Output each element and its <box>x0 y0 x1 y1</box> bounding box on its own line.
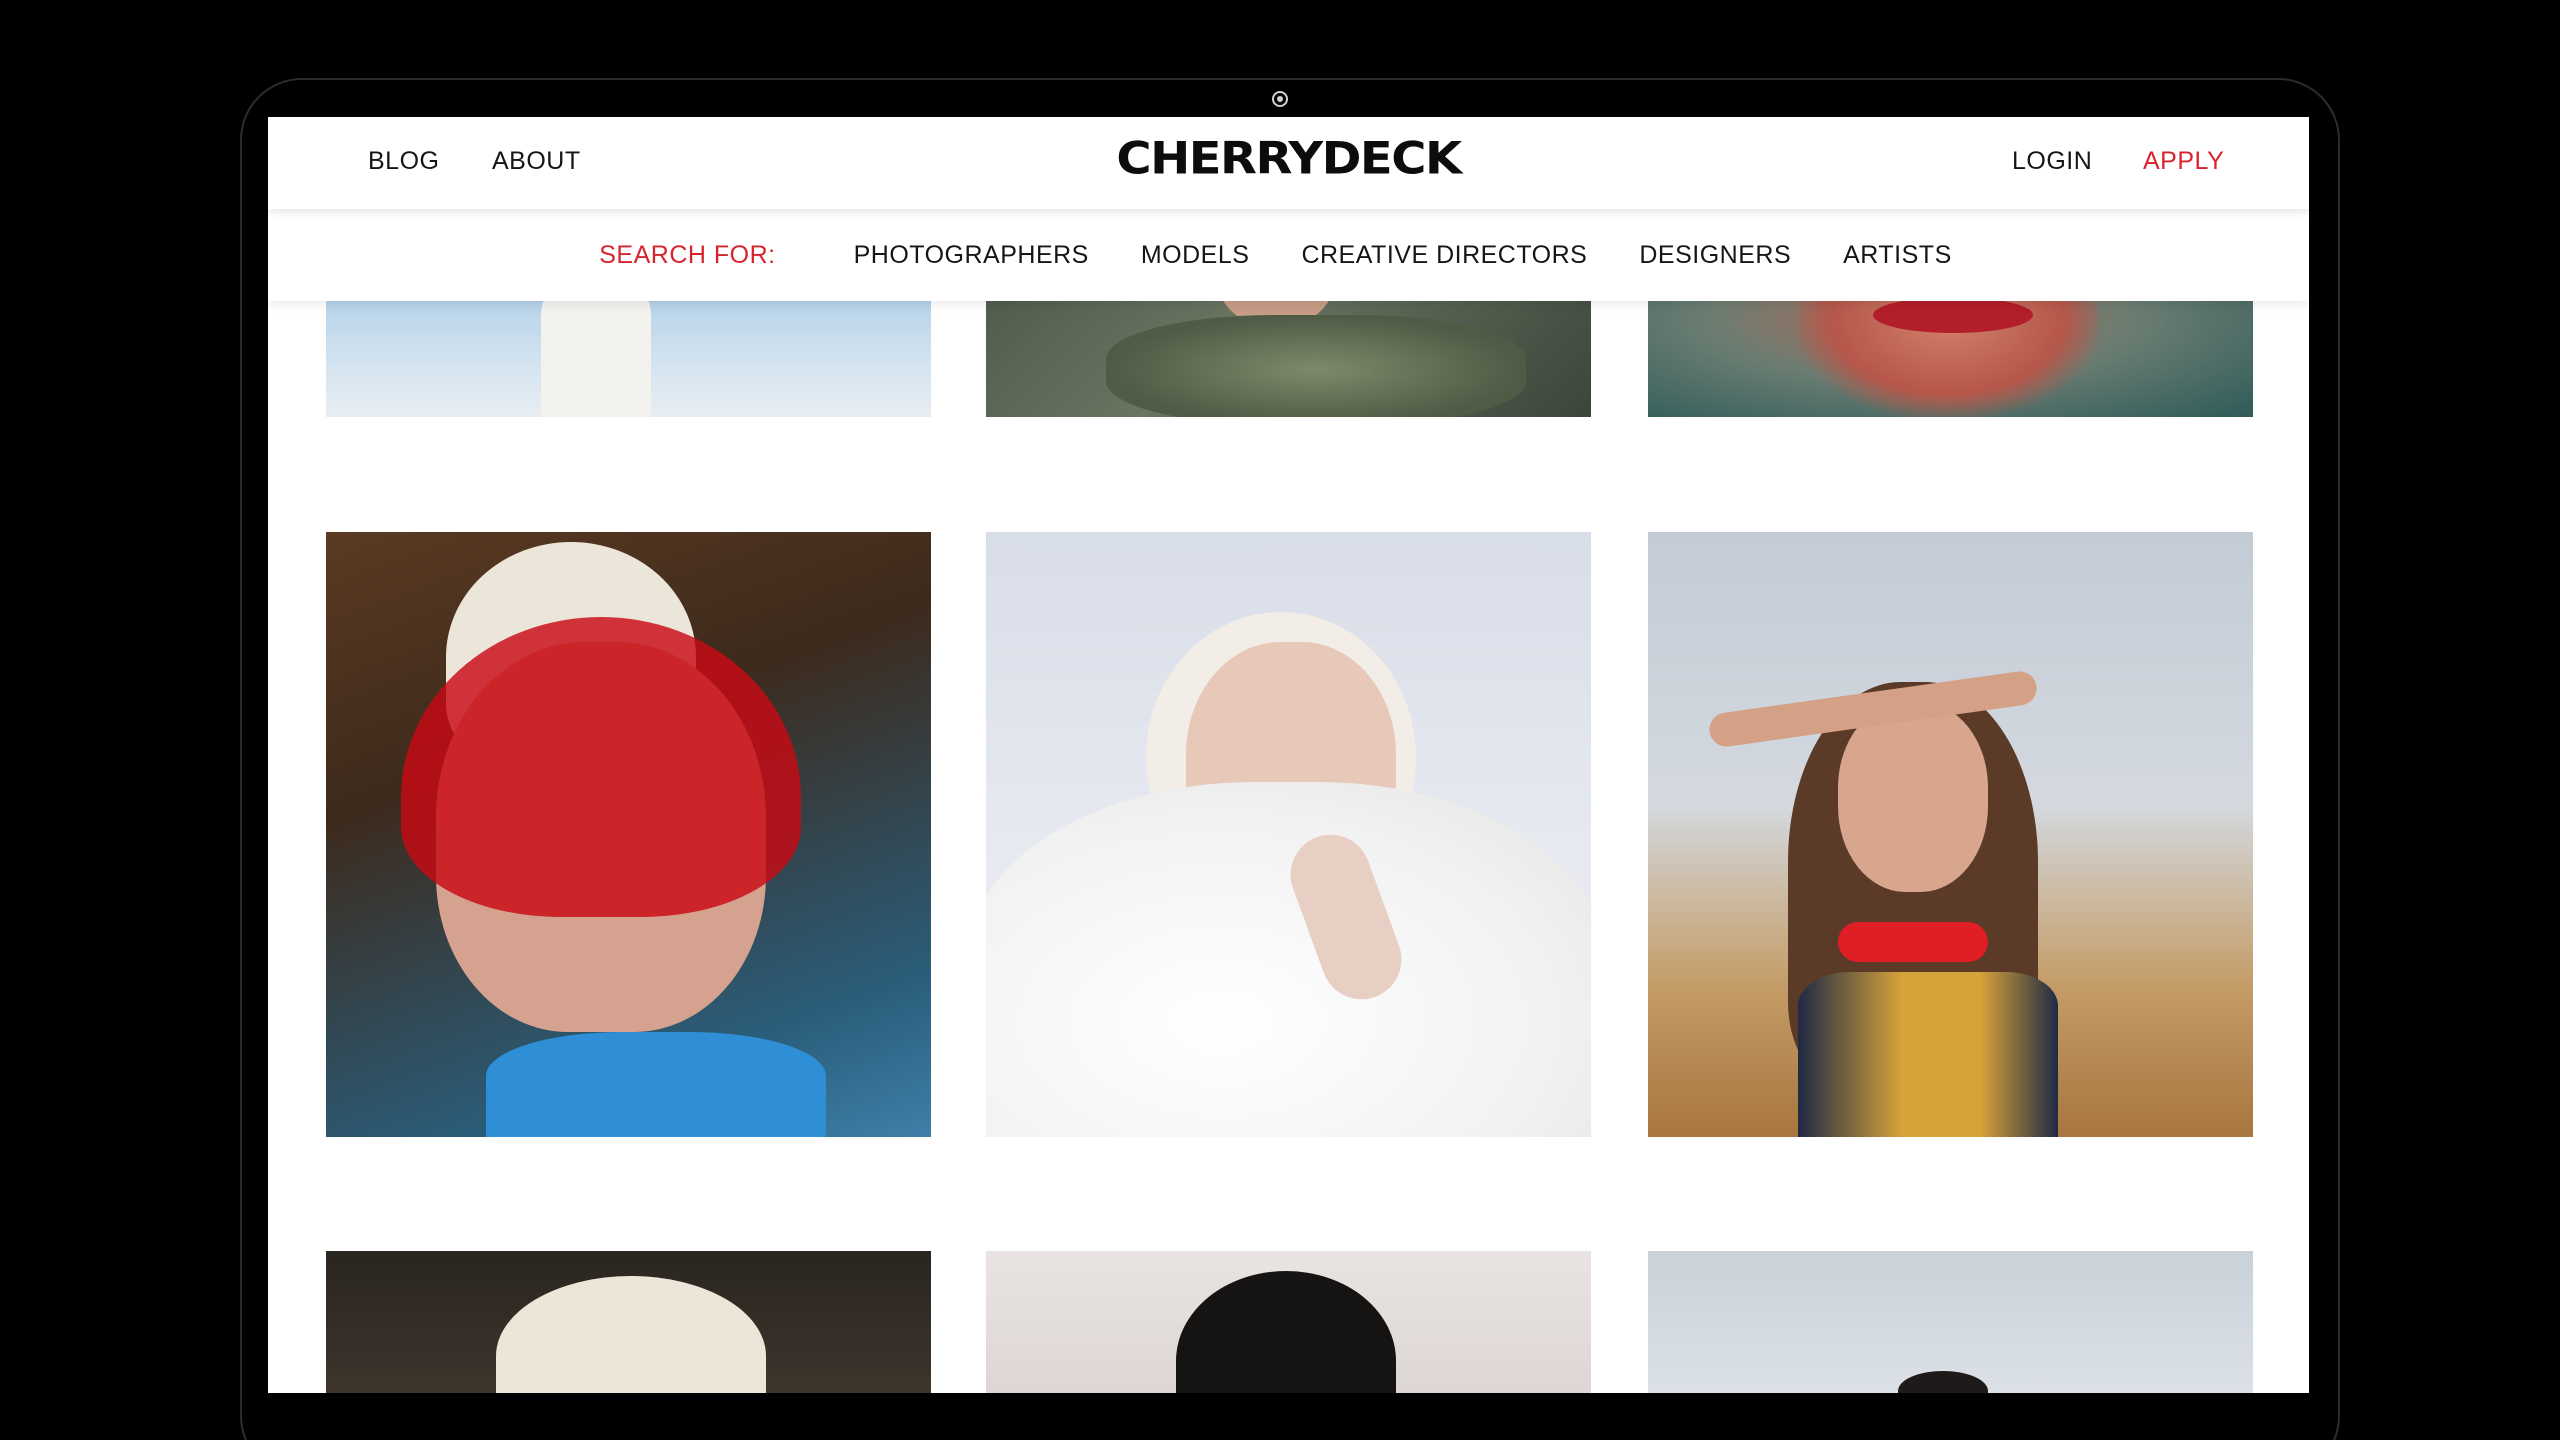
lips-shape <box>1873 297 2033 333</box>
category-photographers[interactable]: PHOTOGRAPHERS <box>854 241 1089 270</box>
photo-tile[interactable] <box>1648 1251 2253 1393</box>
top-navigation: BLOG ABOUT CHERRYDECK LOGIN APPLY <box>268 117 2309 209</box>
headwrap-silhouette <box>496 1276 766 1393</box>
face-silhouette <box>1838 702 1988 892</box>
photo-tile[interactable] <box>326 532 931 1137</box>
search-for-label: SEARCH FOR: <box>599 240 776 269</box>
category-artists[interactable]: ARTISTS <box>1843 241 1952 270</box>
red-scarf <box>1838 922 1988 962</box>
photo-tile[interactable] <box>1648 532 2253 1137</box>
login-link[interactable]: LOGIN <box>2012 147 2092 176</box>
photo-tile[interactable] <box>986 532 1591 1137</box>
dress-silhouette <box>1798 972 2058 1137</box>
search-category-bar: SEARCH FOR: PHOTOGRAPHERS MODELS CREATIV… <box>268 209 2309 301</box>
jacket-silhouette <box>486 1032 826 1137</box>
category-creative-directors[interactable]: CREATIVE DIRECTORS <box>1301 241 1587 270</box>
photo-tile[interactable] <box>986 1251 1591 1393</box>
photo-tile[interactable] <box>326 1251 931 1393</box>
webcam-icon <box>1272 91 1288 107</box>
hair-silhouette <box>1176 1271 1396 1393</box>
apply-link[interactable]: APPLY <box>2143 147 2224 176</box>
head-silhouette <box>1898 1371 1988 1393</box>
fur-coat <box>986 782 1591 1137</box>
browser-viewport[interactable]: BLOG ABOUT CHERRYDECK LOGIN APPLY SEARCH… <box>268 117 2309 1393</box>
category-designers[interactable]: DESIGNERS <box>1639 241 1791 270</box>
pine-branches <box>1106 315 1526 417</box>
site-logo[interactable]: CHERRYDECK <box>268 133 2309 185</box>
category-models[interactable]: MODELS <box>1141 241 1250 270</box>
